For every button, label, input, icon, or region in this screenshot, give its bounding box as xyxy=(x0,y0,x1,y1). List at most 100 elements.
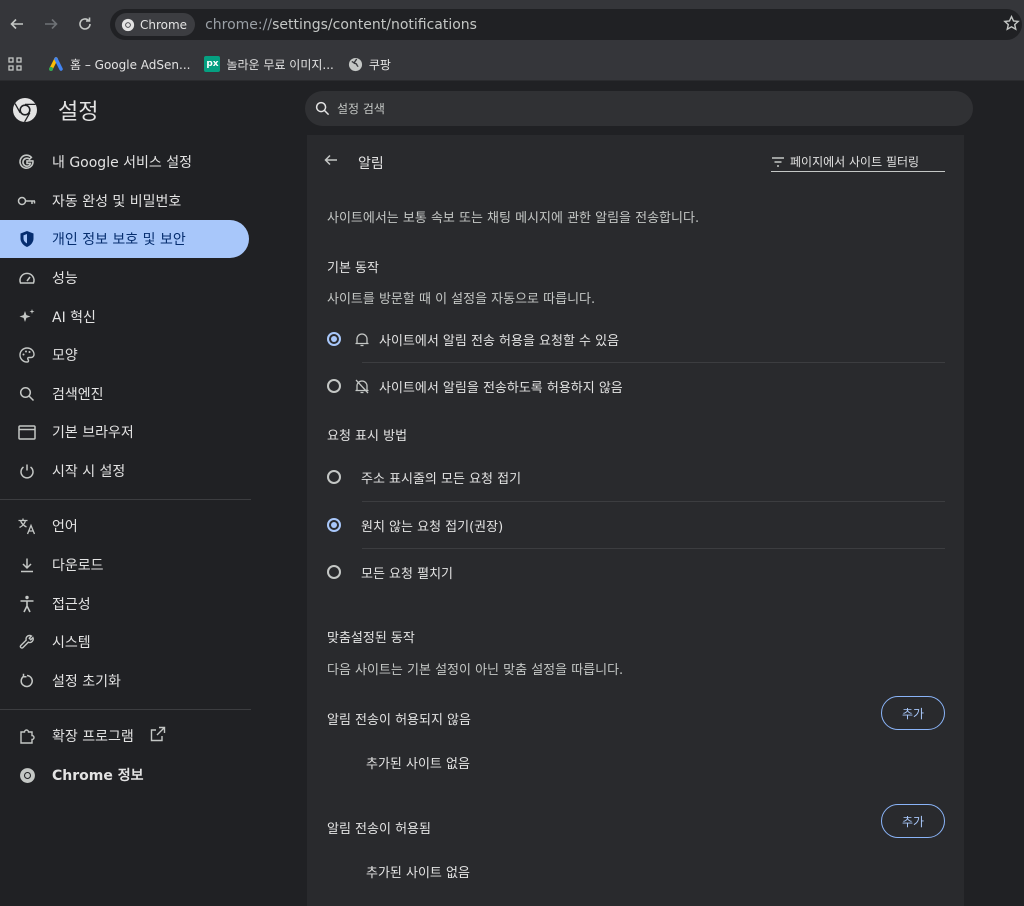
settings-brand: 설정 xyxy=(12,94,98,126)
add-allowed-site-button[interactable]: 추가 xyxy=(881,804,945,838)
radio-button-selected[interactable] xyxy=(327,332,341,346)
sidebar-item-label: AI 혁신 xyxy=(52,310,96,326)
download-icon xyxy=(0,557,52,573)
custom-behavior-subtext: 다음 사이트는 기본 설정이 아닌 맞춤 설정을 따릅니다. xyxy=(327,663,624,678)
page-title: 설정 xyxy=(58,100,99,125)
sidebar-item-label: 자동 완성 및 비밀번호 xyxy=(52,194,182,210)
wrench-icon xyxy=(0,634,52,650)
browser-window-icon xyxy=(0,424,52,440)
site-filter[interactable] xyxy=(771,152,945,172)
notifications-card: 알림 사이트에서는 보통 속보 또는 채팅 메시지에 관한 알림을 전송합니다.… xyxy=(307,135,964,906)
radio-option-expand-all[interactable]: 모든 요청 펼치기 xyxy=(327,549,945,595)
translate-icon xyxy=(0,517,52,535)
radio-label: 사이트에서 알림 전송 허용을 요청할 수 있음 xyxy=(379,333,620,349)
bell-off-icon xyxy=(355,379,369,394)
search-icon xyxy=(315,101,330,116)
sidebar-item-reset[interactable]: 설정 초기화 xyxy=(0,662,249,700)
pixabay-icon: px xyxy=(204,56,221,72)
sidebar-item-accessibility[interactable]: 접근성 xyxy=(0,585,249,623)
chrome-logo-icon xyxy=(121,18,135,31)
bookmark-coupang[interactable]: 쿠팡 xyxy=(348,56,391,73)
external-link-icon xyxy=(150,726,166,746)
reload-icon xyxy=(79,17,91,30)
radio-button[interactable] xyxy=(327,379,341,393)
browser-toolbar: Chrome chrome://settings/content/notific… xyxy=(0,0,1024,48)
arrow-right-icon xyxy=(45,18,58,30)
sidebar-item-label: 개인 정보 보호 및 보안 xyxy=(52,232,186,248)
section-title: 알림 xyxy=(358,156,384,172)
sidebar-item-system[interactable]: 시스템 xyxy=(0,623,249,661)
radio-option-ask[interactable]: 사이트에서 알림 전송 허용을 요청할 수 있음 xyxy=(327,316,945,362)
sidebar-item-label: Chrome 정보 xyxy=(52,768,144,784)
sidebar-item-languages[interactable]: 언어 xyxy=(0,507,249,545)
custom-behavior-heading: 맞춤설정된 동작 xyxy=(327,631,415,646)
allowed-list-heading: 알림 전송이 허용됨 xyxy=(327,822,431,837)
sidebar-item-extensions[interactable]: 확장 프로그램 xyxy=(0,717,249,755)
description-text: 사이트에서는 보통 속보 또는 채팅 메시지에 관한 알림을 전송합니다. xyxy=(327,211,700,226)
apps-button[interactable] xyxy=(2,51,28,77)
back-arrow-button[interactable] xyxy=(323,152,339,172)
key-icon xyxy=(0,195,52,207)
google-g-icon xyxy=(0,153,52,171)
radio-label: 주소 표시줄의 모든 요청 접기 xyxy=(361,471,522,487)
sidebar-item-downloads[interactable]: 다운로드 xyxy=(0,546,249,584)
sidebar: 내 Google 서비스 설정 자동 완성 및 비밀번호 개인 정보 보호 및 … xyxy=(0,135,262,906)
filter-icon xyxy=(772,156,784,167)
search-input[interactable] xyxy=(337,101,937,116)
accessibility-icon xyxy=(0,595,52,613)
address-bar[interactable]: Chrome chrome://settings/content/notific… xyxy=(110,9,1022,40)
radio-button-selected[interactable] xyxy=(327,518,341,532)
chrome-logo-icon xyxy=(0,767,52,784)
site-filter-input[interactable] xyxy=(790,154,940,169)
sidebar-divider xyxy=(0,499,251,500)
sidebar-item-default-browser[interactable]: 기본 브라우저 xyxy=(0,413,249,451)
sidebar-item-search-engine[interactable]: 검색엔진 xyxy=(0,375,249,413)
bookmark-adsense[interactable]: 홈 – Google AdSen... xyxy=(48,56,190,73)
chrome-logo-icon xyxy=(13,98,37,123)
url-text[interactable]: chrome://settings/content/notifications xyxy=(205,17,477,33)
sidebar-item-google-services[interactable]: 내 Google 서비스 설정 xyxy=(0,143,249,181)
sidebar-item-appearance[interactable]: 모양 xyxy=(0,336,249,374)
radio-option-quiet-unwanted[interactable]: 원치 않는 요청 접기(권장) xyxy=(327,502,945,548)
sidebar-item-label: 기본 브라우저 xyxy=(52,425,134,441)
radio-option-quiet-all[interactable]: 주소 표시줄의 모든 요청 접기 xyxy=(327,454,945,500)
radio-label: 사이트에서 알림을 전송하도록 허용하지 않음 xyxy=(379,380,623,396)
forward-button[interactable] xyxy=(34,7,68,41)
bookmark-pixabay[interactable]: px 놀라운 무료 이미지... xyxy=(204,56,334,73)
apps-grid-icon xyxy=(8,57,22,71)
sidebar-item-label: 설정 초기화 xyxy=(52,674,121,690)
star-icon xyxy=(1003,14,1020,31)
sidebar-item-privacy[interactable]: 개인 정보 보호 및 보안 xyxy=(0,220,249,258)
sidebar-item-label: 시스템 xyxy=(52,635,91,651)
sidebar-item-label: 검색엔진 xyxy=(52,387,104,403)
sidebar-item-performance[interactable]: 성능 xyxy=(0,259,249,297)
adsense-icon xyxy=(49,57,63,71)
sparkle-icon xyxy=(0,308,52,326)
sidebar-item-ai[interactable]: AI 혁신 xyxy=(0,298,249,336)
card-header: 알림 xyxy=(307,135,964,189)
sidebar-divider xyxy=(0,709,251,710)
palette-icon xyxy=(0,346,52,364)
settings-header: 설정 xyxy=(0,81,1024,135)
power-icon xyxy=(0,463,52,479)
url-path: settings/content/notifications xyxy=(272,16,477,33)
sidebar-item-startup[interactable]: 시작 시 설정 xyxy=(0,452,249,490)
arrow-left-icon xyxy=(324,154,337,166)
radio-button[interactable] xyxy=(327,565,341,579)
search-icon xyxy=(0,386,52,402)
settings-search[interactable] xyxy=(305,91,973,126)
back-button[interactable] xyxy=(0,7,34,41)
bookmark-star-button[interactable] xyxy=(1003,14,1020,36)
radio-button[interactable] xyxy=(327,470,341,484)
sidebar-item-autofill[interactable]: 자동 완성 및 비밀번호 xyxy=(0,182,249,220)
site-chip[interactable]: Chrome xyxy=(115,13,196,36)
sidebar-item-label: 다운로드 xyxy=(52,558,104,574)
sidebar-item-about[interactable]: Chrome 정보 xyxy=(0,756,249,794)
bookmark-label: 놀라운 무료 이미지... xyxy=(226,57,334,72)
radio-option-block[interactable]: 사이트에서 알림을 전송하도록 허용하지 않음 xyxy=(327,363,945,409)
shield-icon xyxy=(0,230,52,248)
reload-button[interactable] xyxy=(68,7,102,41)
puzzle-icon xyxy=(0,727,52,745)
add-blocked-site-button[interactable]: 추가 xyxy=(881,696,945,730)
bookmark-label: 홈 – Google AdSen... xyxy=(70,57,191,72)
